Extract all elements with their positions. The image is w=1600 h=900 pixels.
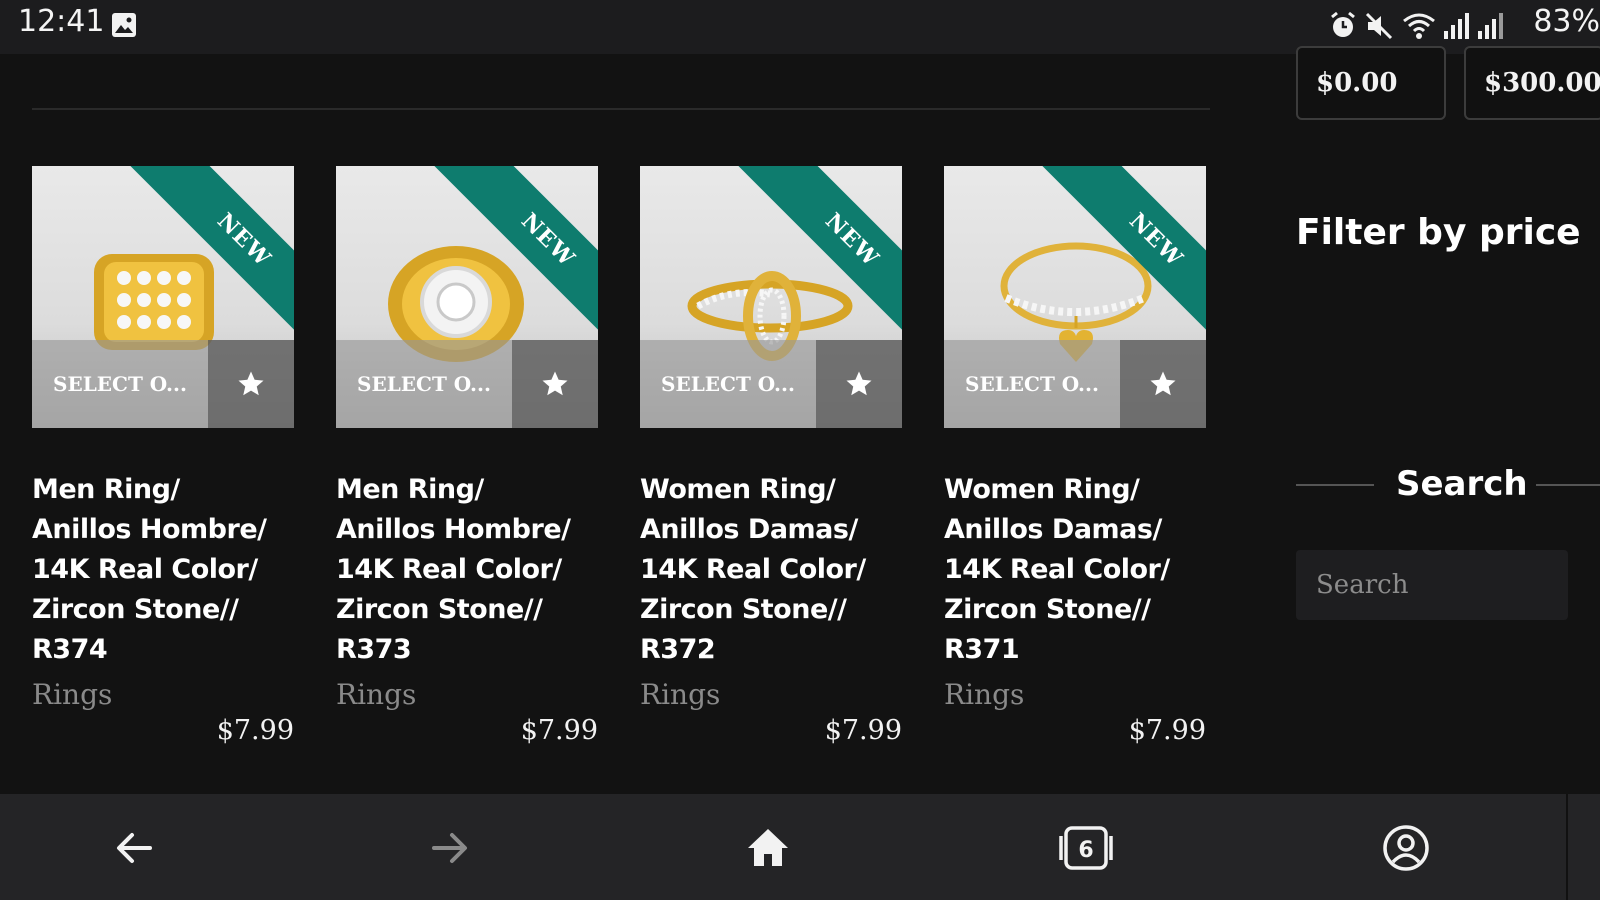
product-price: $7.99: [520, 715, 598, 746]
search-widget-heading: Search: [1296, 464, 1600, 504]
divider: [32, 108, 1210, 110]
product-image[interactable]: NEW SELECT O...: [640, 166, 902, 428]
home-icon: [748, 829, 788, 866]
heading-rule: [1536, 484, 1600, 486]
product-card[interactable]: NEW SELECT O... Women Ring/ Anillos Dama…: [640, 166, 904, 746]
heading-rule: [1296, 484, 1374, 486]
product-card[interactable]: NEW SELECT O... Men Ring/ Anillos Hombre…: [32, 166, 296, 746]
status-time: 12:41: [18, 4, 105, 39]
mute-icon: [1364, 11, 1394, 45]
star-icon: [846, 371, 872, 396]
star-icon: [542, 371, 568, 396]
forward-button[interactable]: [420, 818, 480, 878]
product-image[interactable]: NEW SELECT O...: [944, 166, 1206, 428]
product-title[interactable]: Women Ring/ Anillos Damas/ 14K Real Colo…: [944, 470, 1208, 670]
select-options-label: SELECT O...: [661, 372, 795, 396]
product-category[interactable]: Rings: [640, 678, 904, 711]
forward-arrow-icon: [432, 833, 467, 863]
cut-off-content: [60, 50, 230, 58]
shop-page[interactable]: NEW SELECT O... Men Ring/ Anillos Hombre…: [0, 46, 1600, 794]
select-options-button[interactable]: SELECT O...: [32, 340, 208, 428]
product-price: $7.99: [1128, 715, 1206, 746]
wishlist-button[interactable]: [512, 340, 598, 428]
filter-by-price-heading: Filter by price: [1296, 212, 1581, 253]
search-input[interactable]: [1296, 550, 1568, 620]
select-options-button[interactable]: SELECT O...: [944, 340, 1120, 428]
product-category[interactable]: Rings: [32, 678, 296, 711]
alarm-icon: [1328, 11, 1358, 45]
max-price-field[interactable]: $300.00: [1464, 46, 1600, 120]
signal-icon-2: [1476, 11, 1504, 45]
tab-count: 6: [1078, 838, 1093, 863]
wifi-icon: [1402, 11, 1436, 45]
select-options-button[interactable]: SELECT O...: [336, 340, 512, 428]
product-actions: SELECT O...: [944, 340, 1206, 428]
select-options-button[interactable]: SELECT O...: [640, 340, 816, 428]
wishlist-button[interactable]: [1120, 340, 1206, 428]
product-price: $7.99: [824, 715, 902, 746]
back-button[interactable]: [104, 818, 164, 878]
product-title[interactable]: Men Ring/ Anillos Hombre/ 14K Real Color…: [336, 470, 600, 670]
product-category[interactable]: Rings: [944, 678, 1208, 711]
star-icon: [1150, 371, 1176, 396]
product-image[interactable]: NEW SELECT O...: [32, 166, 294, 428]
product-category[interactable]: Rings: [336, 678, 600, 711]
select-options-label: SELECT O...: [53, 372, 187, 396]
product-title[interactable]: Men Ring/ Anillos Hombre/ 14K Real Color…: [32, 470, 296, 670]
product-price: $7.99: [216, 715, 294, 746]
product-actions: SELECT O...: [32, 340, 294, 428]
battery-percent: 83%: [1533, 4, 1600, 39]
image-icon: [110, 11, 138, 43]
account-icon: [1383, 825, 1429, 871]
tabs-icon: 6: [1059, 826, 1113, 870]
star-icon: [238, 371, 264, 396]
wishlist-button[interactable]: [208, 340, 294, 428]
browser-bottom-bar: 6: [0, 794, 1600, 900]
product-card[interactable]: NEW SELECT O... Men Ring/ Anillos Hombre…: [336, 166, 600, 746]
product-image[interactable]: NEW SELECT O...: [336, 166, 598, 428]
min-price-field[interactable]: $0.00: [1296, 46, 1446, 120]
nav-divider: [1566, 794, 1568, 900]
search-heading-label: Search: [1396, 464, 1528, 504]
product-actions: SELECT O...: [640, 340, 902, 428]
select-options-label: SELECT O...: [965, 372, 1099, 396]
product-card[interactable]: NEW SELECT O... Women Ring/ Anillos Dama…: [944, 166, 1208, 746]
select-options-label: SELECT O...: [357, 372, 491, 396]
product-title[interactable]: Women Ring/ Anillos Damas/ 14K Real Colo…: [640, 470, 904, 670]
product-actions: SELECT O...: [336, 340, 598, 428]
back-arrow-icon: [117, 833, 152, 863]
tabs-button[interactable]: 6: [1056, 818, 1116, 878]
account-button[interactable]: [1376, 818, 1436, 878]
browser-window: 12:41 83% NEW SELECT O... Men Ring/ Anil…: [0, 0, 1600, 900]
signal-icon: [1442, 11, 1470, 45]
wishlist-button[interactable]: [816, 340, 902, 428]
home-button[interactable]: [738, 818, 798, 878]
